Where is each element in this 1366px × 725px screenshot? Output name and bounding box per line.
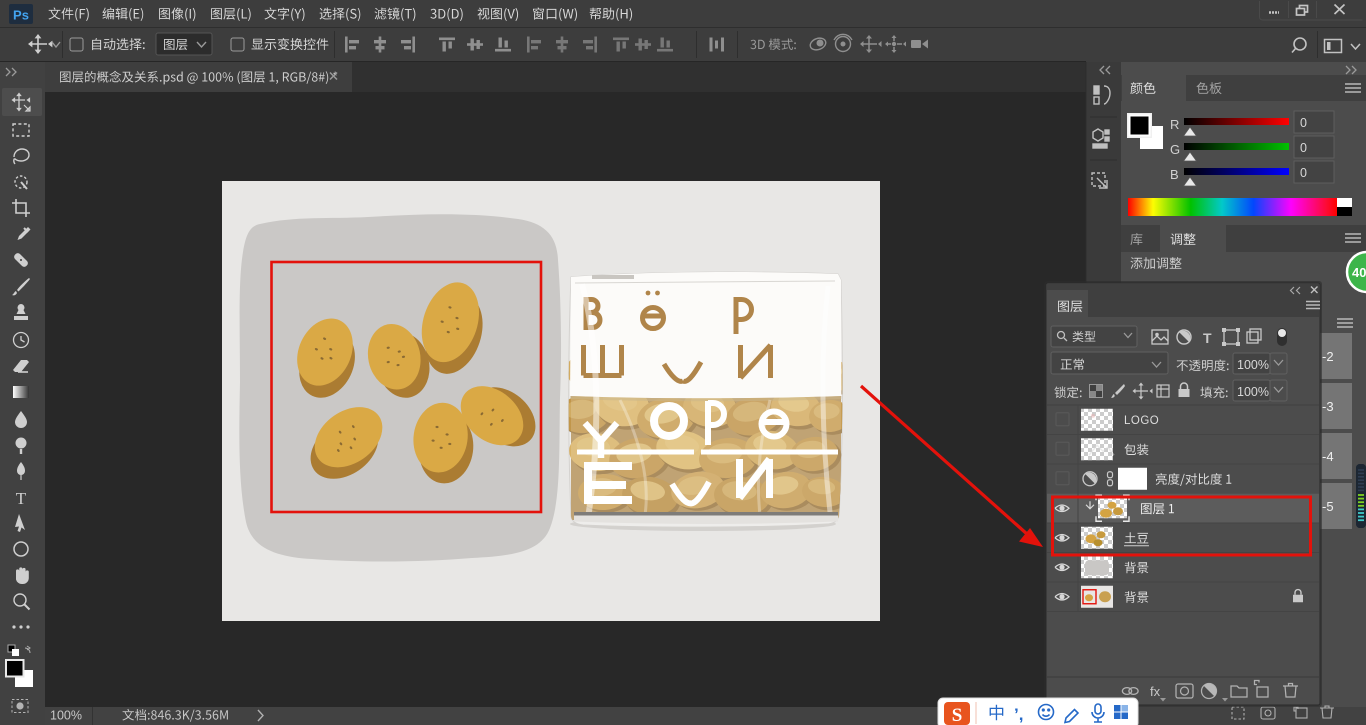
svg-text:0: 0: [1300, 141, 1307, 155]
svg-text:G: G: [1170, 142, 1180, 157]
svg-text:S: S: [952, 705, 963, 725]
svg-text:T: T: [16, 489, 27, 508]
svg-text:100%: 100%: [50, 709, 82, 723]
svg-text:R: R: [1170, 117, 1179, 132]
svg-text:Ps: Ps: [13, 8, 29, 23]
svg-text:100%: 100%: [1237, 385, 1269, 399]
svg-text:T: T: [1203, 330, 1212, 346]
svg-text:-2: -2: [1322, 349, 1334, 364]
svg-text:fx: fx: [1150, 684, 1161, 699]
svg-text:B: B: [1170, 167, 1179, 182]
svg-text:100%: 100%: [1237, 358, 1269, 372]
svg-text:-3: -3: [1322, 399, 1334, 414]
svg-text:LOGO: LOGO: [1124, 415, 1159, 427]
svg-text:40: 40: [1352, 265, 1366, 280]
svg-text:0: 0: [1300, 116, 1307, 130]
svg-text:-4: -4: [1322, 449, 1334, 464]
svg-text:0: 0: [1300, 166, 1307, 180]
svg-text:-5: -5: [1322, 499, 1334, 514]
svg-text:’,: ’,: [1014, 705, 1023, 724]
